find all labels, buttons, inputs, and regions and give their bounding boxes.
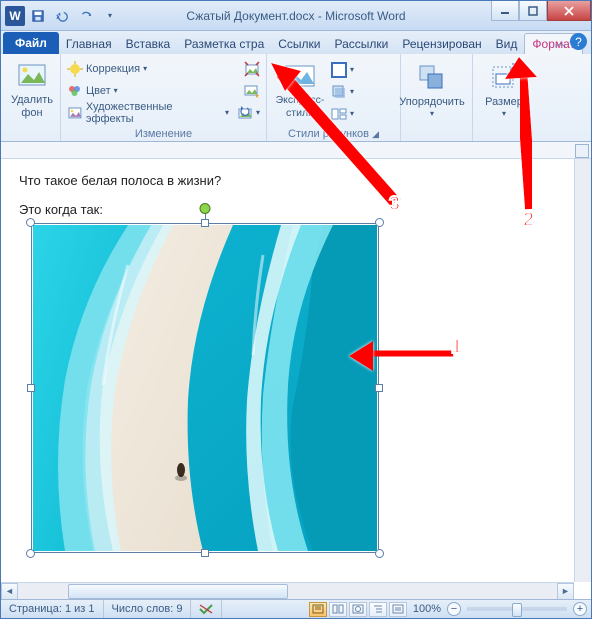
- selection-border: [31, 223, 379, 553]
- handle-w[interactable]: [27, 384, 35, 392]
- close-button[interactable]: [547, 1, 591, 21]
- corrections-button[interactable]: Коррекция ▾: [65, 58, 149, 79]
- scroll-left-button[interactable]: ◄: [1, 583, 18, 600]
- document-area[interactable]: Что такое белая полоса в жизни? Это когд…: [1, 159, 591, 582]
- titlebar: W ▾ Сжатый Документ.docx - Microsoft Wor…: [1, 1, 591, 31]
- handle-s[interactable]: [201, 549, 209, 557]
- picture-styles-gallery[interactable]: Экспресс-стили: [271, 56, 329, 124]
- tab-view[interactable]: Вид: [489, 34, 525, 54]
- minimize-button[interactable]: [491, 1, 519, 21]
- artistic-effects-button[interactable]: Художественные эффекты ▾: [65, 102, 231, 123]
- tab-references[interactable]: Ссылки: [271, 34, 327, 54]
- size-button[interactable]: Размер ▾: [477, 56, 531, 124]
- scroll-right-button[interactable]: ►: [557, 583, 574, 600]
- web-layout-view-button[interactable]: [349, 602, 367, 617]
- document-text-line-2[interactable]: Это когда так:: [19, 202, 573, 217]
- fullscreen-reading-view-button[interactable]: [329, 602, 347, 617]
- size-label: Размер: [485, 96, 523, 109]
- annotation-label-3: 3: [389, 193, 400, 216]
- zoom-percent[interactable]: 100%: [413, 603, 441, 615]
- arrange-button[interactable]: Упорядочить ▾: [405, 56, 459, 124]
- adjust-group-label: Изменение: [65, 127, 262, 141]
- status-bar: Страница: 1 из 1 Число слов: 9 100% − +: [1, 599, 591, 618]
- tab-home[interactable]: Главная: [59, 34, 119, 54]
- maximize-button[interactable]: [519, 1, 547, 21]
- qat-customize-icon[interactable]: ▾: [99, 5, 121, 27]
- zoom-out-button[interactable]: −: [447, 602, 461, 616]
- word-window: W ▾ Сжатый Документ.docx - Microsoft Wor…: [0, 0, 592, 619]
- picture-layout-button[interactable]: ▾: [329, 103, 356, 124]
- undo-icon[interactable]: [51, 5, 73, 27]
- express-styles-label: Экспресс-стили: [271, 94, 329, 119]
- tab-page-layout[interactable]: Разметка стра: [177, 34, 271, 54]
- tab-file[interactable]: Файл: [3, 32, 59, 54]
- annotation-label-1: 1: [451, 336, 462, 359]
- color-label: Цвет: [86, 85, 111, 97]
- tab-insert[interactable]: Вставка: [119, 34, 178, 54]
- handle-se[interactable]: [375, 549, 384, 558]
- handle-sw[interactable]: [26, 549, 35, 558]
- word-app-icon[interactable]: W: [5, 6, 25, 26]
- compress-pictures-button[interactable]: [242, 58, 262, 79]
- page-number-status[interactable]: Страница: 1 из 1: [1, 600, 104, 618]
- change-picture-button[interactable]: [242, 80, 262, 101]
- handle-e[interactable]: [375, 384, 383, 392]
- collapse-ribbon-icon[interactable]: ︿: [555, 34, 566, 50]
- redo-icon[interactable]: [75, 5, 97, 27]
- save-icon[interactable]: [27, 5, 49, 27]
- corrections-label: Коррекция: [86, 63, 140, 75]
- print-layout-view-button[interactable]: [309, 602, 327, 617]
- handle-nw[interactable]: [26, 218, 35, 227]
- picture-border-button[interactable]: ▾: [329, 59, 356, 80]
- outline-view-button[interactable]: [369, 602, 387, 617]
- tab-mailings[interactable]: Рассылки: [328, 34, 396, 54]
- horizontal-scrollbar[interactable]: ◄ ►: [1, 582, 574, 599]
- quick-access-toolbar: W ▾: [1, 5, 121, 27]
- window-controls: [491, 1, 591, 21]
- handle-n[interactable]: [201, 219, 209, 227]
- annotation-label-2: 2: [523, 209, 534, 232]
- scroll-thumb[interactable]: [68, 584, 288, 599]
- picture-styles-group-label: Стили рисунков ◢: [271, 127, 396, 141]
- help-icon[interactable]: ?: [570, 33, 587, 50]
- zoom-slider[interactable]: [467, 607, 567, 611]
- remove-background-button[interactable]: Удалить фон: [5, 56, 59, 124]
- word-count-status[interactable]: Число слов: 9: [104, 600, 192, 618]
- reset-picture-button[interactable]: ▾: [235, 102, 262, 123]
- rotation-handle[interactable]: [200, 203, 211, 214]
- picture-effects-button[interactable]: ▾: [329, 81, 356, 102]
- arrange-label: Упорядочить: [399, 96, 464, 109]
- selected-image[interactable]: [31, 223, 379, 553]
- spell-check-status[interactable]: [191, 600, 222, 618]
- ruler[interactable]: [1, 142, 591, 159]
- color-button[interactable]: Цвет ▾: [65, 80, 120, 101]
- artistic-effects-label: Художественные эффекты: [86, 101, 222, 125]
- draft-view-button[interactable]: [389, 602, 407, 617]
- document-text-line-1[interactable]: Что такое белая полоса в жизни?: [19, 173, 573, 188]
- tab-review[interactable]: Рецензирован: [395, 34, 488, 54]
- vertical-scrollbar[interactable]: [574, 159, 591, 582]
- ribbon-tabs: Файл Главная Вставка Разметка стра Ссылк…: [1, 31, 591, 54]
- ribbon: Удалить фон Коррекция ▾: [1, 54, 591, 142]
- handle-ne[interactable]: [375, 218, 384, 227]
- remove-background-label: Удалить фон: [11, 94, 53, 120]
- zoom-in-button[interactable]: +: [573, 602, 587, 616]
